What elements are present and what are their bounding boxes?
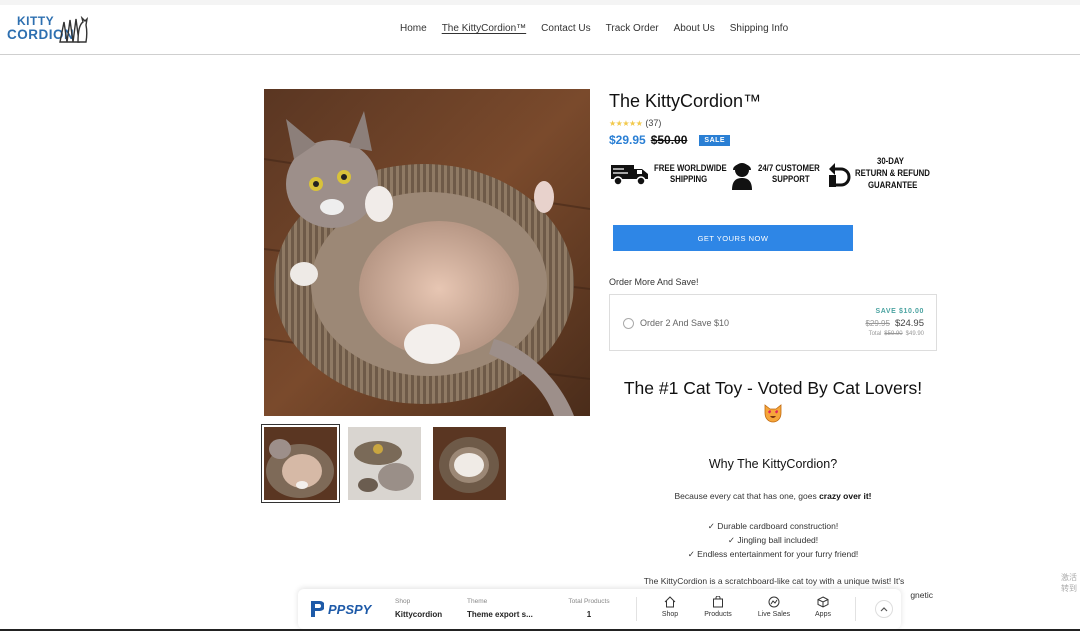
compare-price: $50.00 xyxy=(650,133,688,147)
order-more-label: Order More And Save! xyxy=(609,277,699,287)
ppspy-products-value: 1 xyxy=(586,610,592,619)
nav-home[interactable]: Home xyxy=(400,23,427,34)
bag-icon xyxy=(713,596,723,608)
ppspy-toolbar: PPSPY Shop Kittycordion Theme Theme expo… xyxy=(298,589,901,629)
feature-item: ✓ Jingling ball included! xyxy=(727,535,819,545)
trust-shipping-line1: FREE WORLDWIDE xyxy=(654,163,727,174)
ppspy-apps-button[interactable]: Apps xyxy=(803,596,843,618)
lead-text-plain: Because every cat that has one, goes xyxy=(674,491,820,501)
feature-item: ✓ Endless entertainment for your furry f… xyxy=(687,549,859,559)
return-arrow-icon xyxy=(829,163,851,187)
ppspy-logo-icon xyxy=(311,601,324,617)
review-count: (37) xyxy=(645,118,662,128)
logo-line1: KITTY xyxy=(17,14,55,28)
bundle-old-total: $59.90 xyxy=(884,331,903,337)
product-headline: The #1 Cat Toy - Voted By Cat Lovers! xyxy=(623,378,923,398)
bundle-save-label: SAVE $10.00 xyxy=(875,308,924,315)
trust-shipping-line2: SHIPPING xyxy=(670,174,708,185)
chevron-up-icon xyxy=(880,607,888,612)
bundle-total-label: Total xyxy=(868,331,882,337)
ppspy-theme-info: Theme Theme export s... xyxy=(467,598,533,619)
trust-return-line1: 30-DAY xyxy=(877,156,904,167)
lead-text-bold: crazy over it! xyxy=(819,491,872,501)
product-main-image[interactable] xyxy=(264,89,590,416)
bundle-prices: $29.95 $24.95 xyxy=(865,318,924,329)
bundle-radio[interactable] xyxy=(623,318,634,329)
bundle-unit-price: $24.95 xyxy=(894,318,924,329)
nav-shipping-info[interactable]: Shipping Info xyxy=(730,23,788,34)
product-title: The KittyCordion™ xyxy=(609,91,762,111)
ppspy-live-sales-button-label: Live Sales xyxy=(757,611,791,618)
ppspy-live-sales-button[interactable]: Live Sales xyxy=(754,596,794,618)
ppspy-products-info: Total Products 1 xyxy=(563,598,615,619)
ppspy-shop-info: Shop Kittycordion xyxy=(395,598,442,619)
trust-badges: FREE WORLDWIDE SHIPPING 24/7 CUSTOMER SU… xyxy=(610,157,940,193)
trust-support-line1: 24/7 CUSTOMER xyxy=(758,163,820,174)
ppspy-products-label: Total Products xyxy=(568,598,610,605)
ppspy-shop-label: Shop xyxy=(395,598,411,605)
cat-accordion-logo-icon xyxy=(59,16,88,43)
ppspy-theme-value: Theme export s... xyxy=(467,610,533,619)
bundle-total-price: $49.90 xyxy=(905,331,924,337)
home-icon xyxy=(664,596,676,608)
trust-support-line2: SUPPORT xyxy=(772,174,810,185)
product-price: $29.95 xyxy=(609,133,646,147)
main-nav: Home The KittyCordion™ Contact Us Track … xyxy=(400,23,788,34)
support-agent-icon xyxy=(732,163,752,190)
why-heading: Why The KittyCordion? xyxy=(708,457,838,471)
ppspy-apps-button-label: Apps xyxy=(815,611,831,618)
bundle-option-label: Order 2 And Save $10 xyxy=(640,318,730,328)
feature-list: ✓ Durable cardboard construction! ✓ Jing… xyxy=(609,519,937,561)
heart-eyes-cat-icon xyxy=(764,404,782,423)
rating-stars-icon: ★★★★★ xyxy=(609,118,643,128)
product-rating[interactable]: ★★★★★ (37) xyxy=(609,118,661,128)
nav-kittycordion[interactable]: The KittyCordion™ xyxy=(442,23,526,34)
ppspy-divider xyxy=(636,597,637,621)
feature-item: ✓ Durable cardboard construction! xyxy=(707,521,839,531)
bundle-old-unit-price: $29.95 xyxy=(865,319,890,328)
trust-return-line3: GUARANTEE xyxy=(868,180,918,191)
product-thumbnail-2[interactable] xyxy=(348,427,421,500)
product-thumbnail-3[interactable] xyxy=(433,427,506,500)
ppspy-shop-value: Kittycordion xyxy=(395,610,443,619)
ppspy-shop-button[interactable]: Shop xyxy=(650,596,690,618)
ppspy-theme-label: Theme xyxy=(467,598,488,605)
cube-icon xyxy=(817,596,829,608)
ppspy-brand: PPSPY xyxy=(328,601,372,617)
truck-icon xyxy=(611,165,648,186)
price-row: $29.95 $50.00 SALE xyxy=(609,133,731,147)
side-watermark-text: 激活 转到 xyxy=(1061,573,1077,593)
ppspy-divider xyxy=(855,597,856,621)
ppspy-shop-button-label: Shop xyxy=(661,611,679,618)
bundle-total: Total $59.90 $49.90 xyxy=(869,331,924,337)
ppspy-logo[interactable]: PPSPY xyxy=(310,600,371,618)
sales-icon xyxy=(768,596,780,608)
product-thumbnail-1[interactable] xyxy=(261,424,340,503)
ppspy-collapse-button[interactable] xyxy=(875,600,893,618)
bundle-offer[interactable]: Order 2 And Save $10 SAVE $10.00 $29.95 … xyxy=(609,294,937,351)
nav-contact-us[interactable]: Contact Us xyxy=(541,23,590,34)
trust-return-line2: RETURN & REFUND xyxy=(855,168,930,179)
description-line1: The KittyCordion is a scratchboard-like … xyxy=(643,576,905,586)
site-header: KITTY CORDION Home The KittyCordion™ Con… xyxy=(0,5,1080,55)
get-yours-now-button[interactable]: GET YOURS NOW xyxy=(613,225,853,251)
site-logo[interactable]: KITTY CORDION xyxy=(6,13,88,47)
ppspy-products-button[interactable]: Products xyxy=(698,596,738,618)
sale-badge: SALE xyxy=(699,134,731,146)
nav-track-order[interactable]: Track Order xyxy=(606,23,659,34)
nav-about-us[interactable]: About Us xyxy=(674,23,715,34)
ppspy-products-button-label: Products xyxy=(704,611,732,618)
lead-text: Because every cat that has one, goes cra… xyxy=(609,491,937,501)
